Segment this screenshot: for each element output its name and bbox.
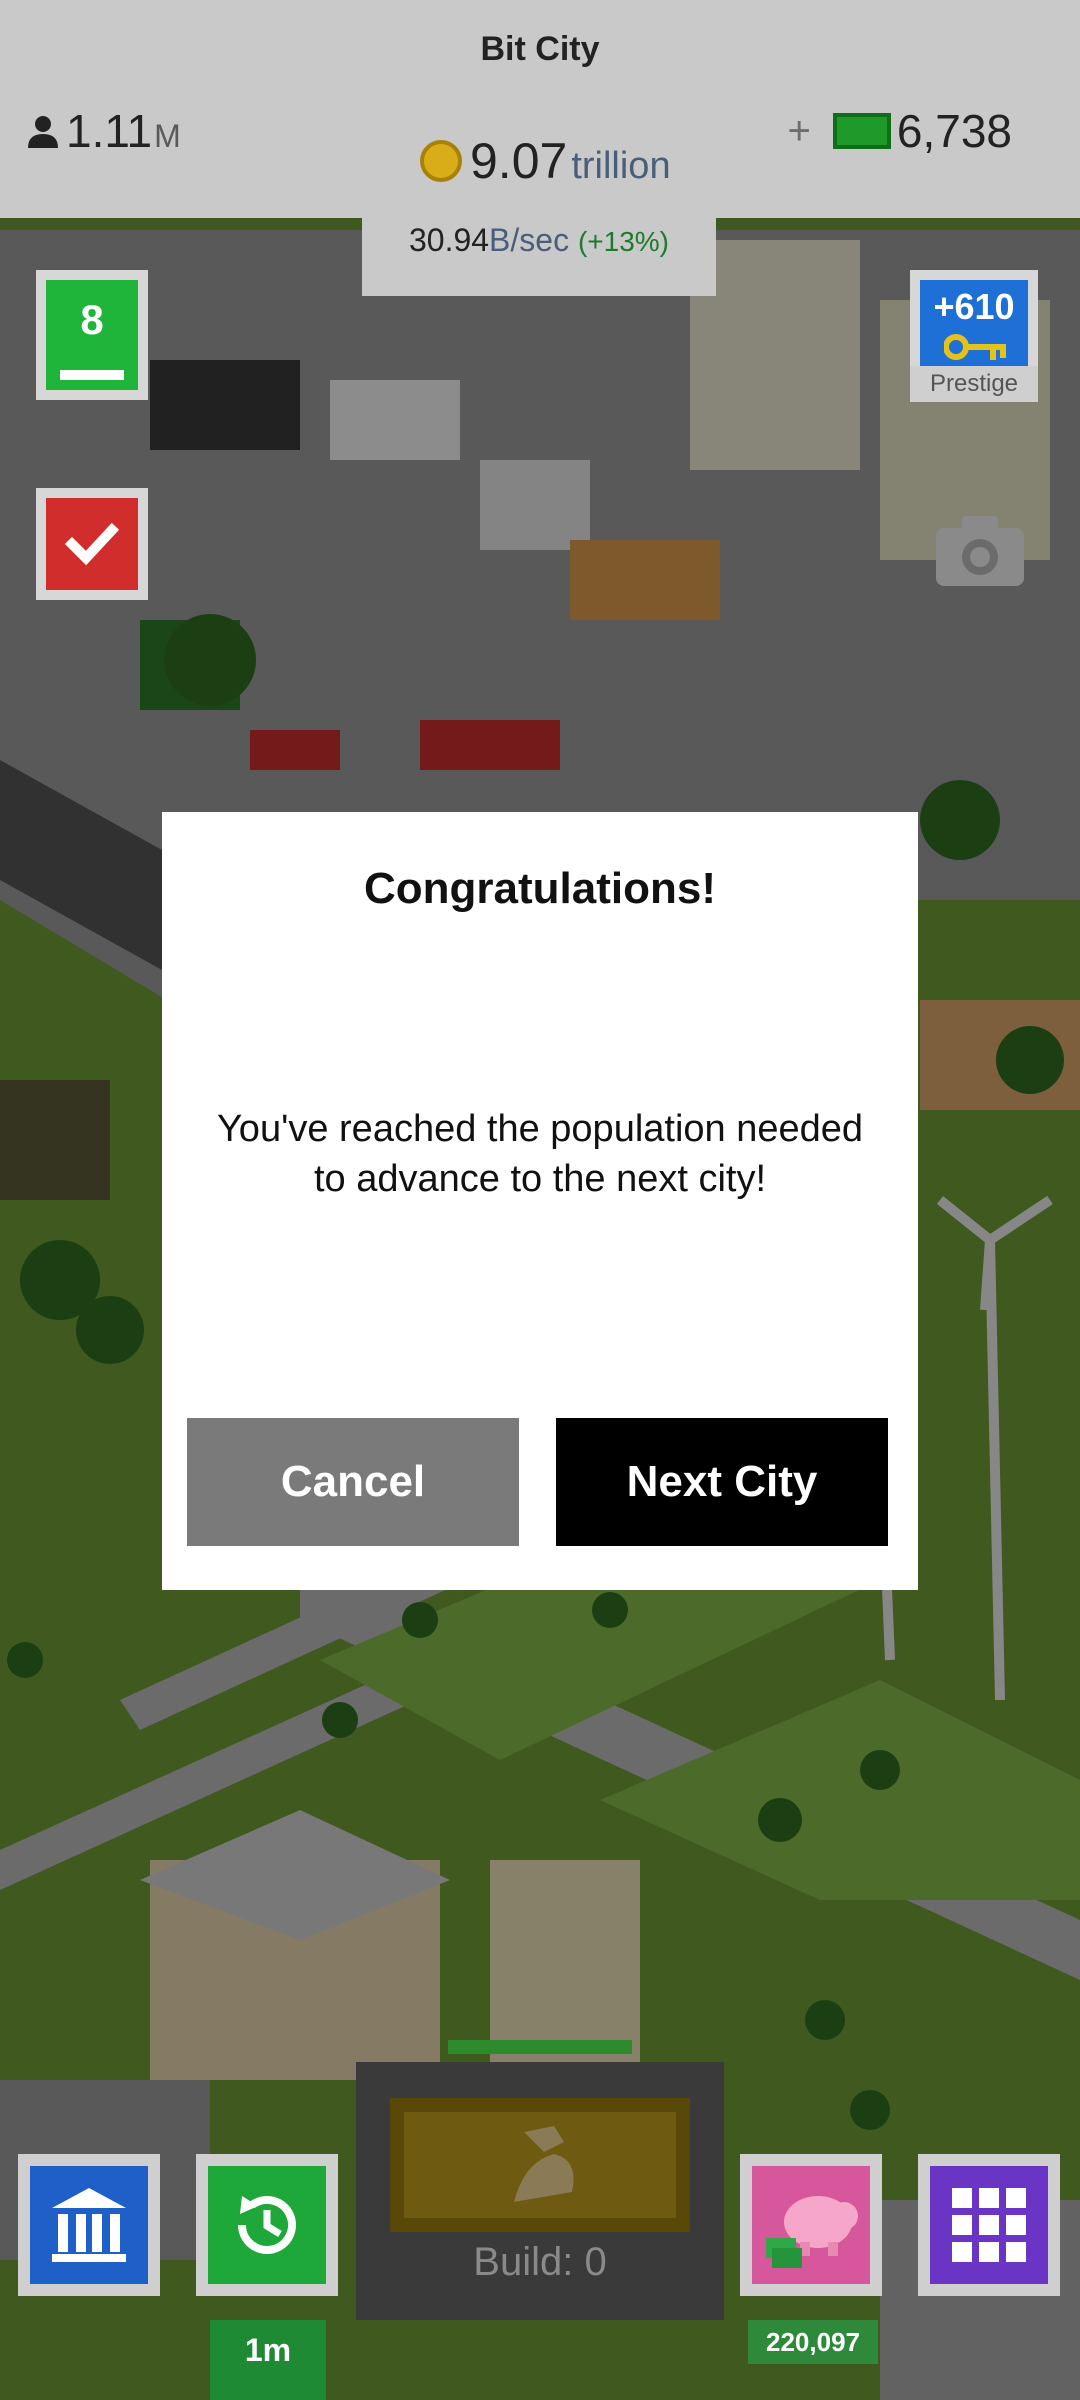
- clock-icon: [238, 2196, 296, 2254]
- bank-icon: [52, 2188, 126, 2262]
- build-button[interactable]: [390, 2098, 690, 2232]
- level-number: 8: [80, 296, 104, 343]
- income-rate: 30.94B/sec (+13%): [362, 222, 716, 259]
- rate-value: 30.94: [408, 222, 490, 258]
- camera-icon[interactable]: [932, 510, 1028, 590]
- cash-display[interactable]: + 6,738: [788, 104, 1012, 158]
- cash-value: 6,738: [896, 105, 1012, 157]
- time-warp-button[interactable]: [196, 2154, 338, 2296]
- dialog-message: You've reached the population needed to …: [216, 1108, 864, 1200]
- level-progress-bar: [60, 370, 124, 380]
- checkmark-icon: [64, 522, 120, 566]
- piggy-bank-amount: 220,097: [748, 2320, 878, 2364]
- population-display: 1.11 M: [26, 104, 181, 158]
- population-value: 1.11: [66, 105, 153, 157]
- coin-icon: [420, 140, 462, 182]
- coins-display: 9.07 trillion: [420, 132, 671, 190]
- cancel-button[interactable]: Cancel: [187, 1418, 519, 1546]
- piggy-bank-button[interactable]: [740, 2154, 882, 2296]
- level-button[interactable]: 8: [36, 270, 148, 400]
- grid-icon: [952, 2188, 1026, 2262]
- time-warp-label: 1m: [210, 2320, 326, 2400]
- rate-percent: (+13%): [577, 226, 670, 257]
- cash-icon: [832, 113, 891, 149]
- build-label: Build: 0: [473, 2240, 607, 2284]
- menu-grid-button[interactable]: [918, 2154, 1060, 2296]
- dialog-title: Congratulations!: [364, 864, 716, 913]
- rate-unit: B/sec: [489, 222, 570, 258]
- prestige-label: Prestige: [910, 366, 1038, 402]
- population-unit: M: [154, 118, 181, 154]
- piggy-bank-icon: [766, 2196, 858, 2268]
- prestige-amount: +610: [933, 286, 1015, 327]
- next-city-button[interactable]: Next City: [556, 1418, 888, 1546]
- hammer-icon: [514, 2126, 574, 2202]
- congratulations-dialog: Congratulations! You've reached the popu…: [162, 812, 918, 1590]
- build-progress-bar: [448, 2040, 632, 2054]
- add-cash-button[interactable]: +: [788, 109, 811, 154]
- key-icon: [944, 334, 1006, 360]
- city-name: Bit City: [480, 30, 600, 68]
- coins-unit: trillion: [571, 145, 671, 187]
- prestige-button[interactable]: +610 Prestige: [910, 270, 1038, 402]
- coins-value: 9.07: [470, 133, 568, 189]
- tasks-button[interactable]: [36, 488, 148, 600]
- bank-button[interactable]: [18, 2154, 160, 2296]
- person-icon: [28, 116, 58, 148]
